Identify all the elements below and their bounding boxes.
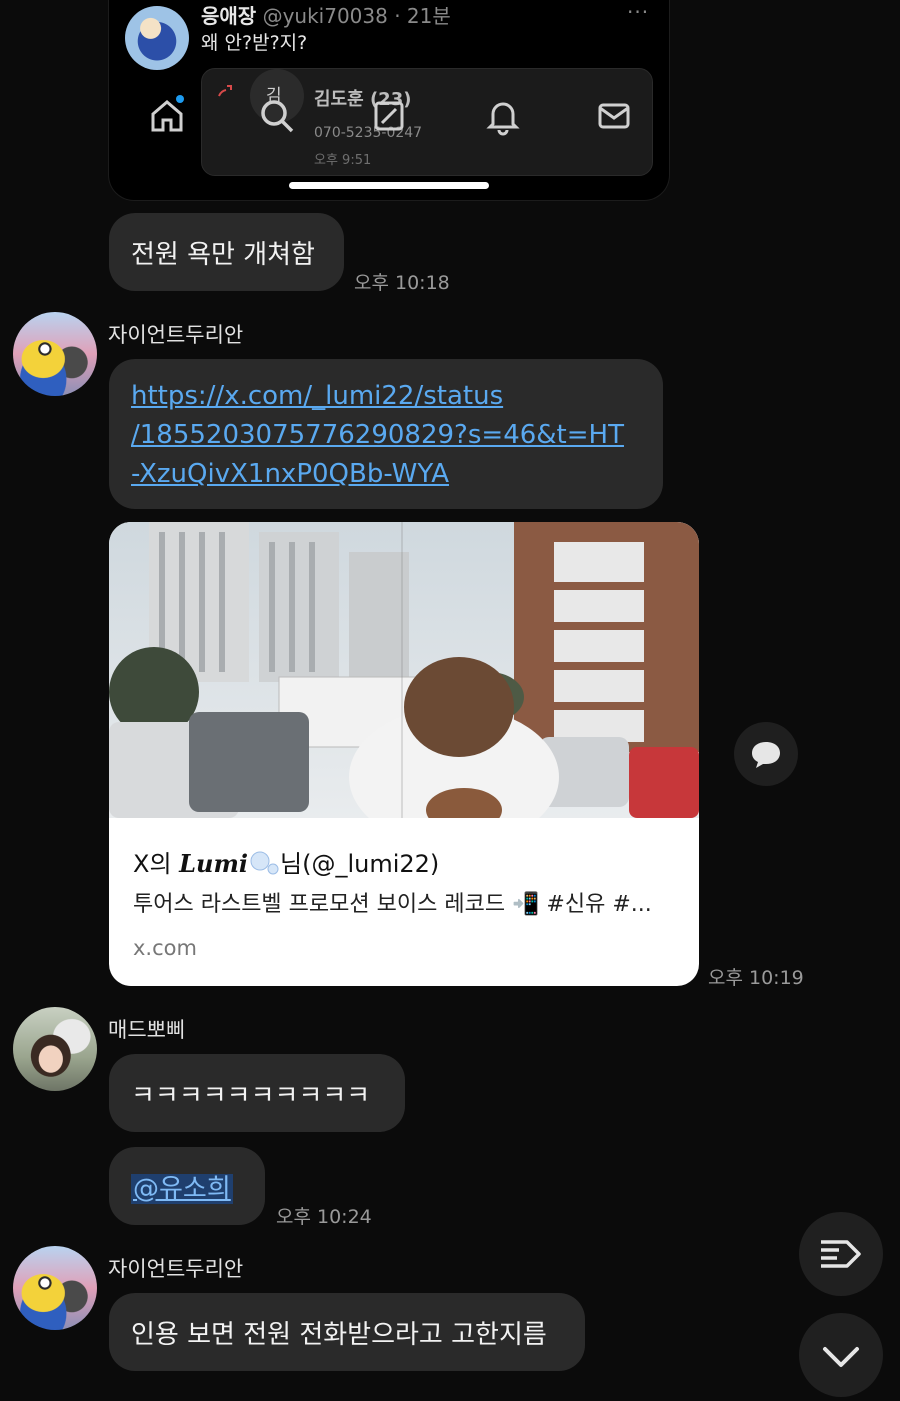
- bubbles-icon: [250, 851, 279, 875]
- mention-link[interactable]: @유소희: [131, 1174, 233, 1204]
- bell-icon: [486, 102, 520, 136]
- message-link[interactable]: https://x.com/_lumi22/status /1855203075…: [131, 377, 641, 494]
- link-line: -XzuQivX1nxP0QBb-WYA: [131, 459, 450, 489]
- message-bubble[interactable]: @유소희: [109, 1147, 265, 1225]
- notification-dot-icon: [176, 95, 184, 103]
- menu-button[interactable]: [799, 1212, 883, 1296]
- home-indicator: [289, 182, 489, 189]
- message-bubble[interactable]: 전원 욕만 개쳐함: [109, 213, 344, 291]
- message-time: 오후 10:18: [354, 272, 450, 294]
- message-text: 인용 보면 전원 전화받으라고 고한지름: [131, 1320, 547, 1350]
- preview-domain: x.com: [133, 936, 197, 960]
- scroll-down-button[interactable]: [799, 1313, 883, 1397]
- link-line: https://x.com/_lumi22/status: [131, 381, 504, 411]
- avatar[interactable]: [13, 1246, 97, 1330]
- preview-description: 투어스 라스트벨 프로모션 보이스 레코드 📲 #신유 #...: [133, 892, 652, 917]
- message-bubble[interactable]: https://x.com/_lumi22/status /1855203075…: [109, 359, 663, 509]
- mail-icon: [598, 103, 630, 129]
- sender-name: 매드뽀삐: [108, 1018, 186, 1042]
- share-button[interactable]: [734, 722, 798, 786]
- message-text: ㅋㅋㅋㅋㅋㅋㅋㅋㅋㅋ: [131, 1081, 371, 1111]
- tweet-author-handle: @yuki70038 · 21분: [262, 4, 451, 28]
- chevron-down-icon: [823, 1347, 859, 1367]
- preview-title-name: Lumi: [179, 849, 249, 878]
- preview-title-suffix: 님(@_lumi22): [280, 850, 440, 878]
- message-text: 전원 욕만 개쳐함: [131, 240, 315, 270]
- message-bubble[interactable]: 인용 보면 전원 전화받으라고 고한지름: [109, 1293, 585, 1371]
- preview-title: X의 Lumi 님(@_lumi22): [133, 844, 439, 879]
- call-time: 오후 9:51: [314, 153, 372, 168]
- avatar[interactable]: [13, 1007, 97, 1091]
- tweet-more-icon: ···: [627, 0, 650, 24]
- tweet-text: 왜 안?받?지?: [201, 32, 308, 54]
- link-line: /1855203075776290829?s=46&t=HT: [131, 420, 624, 450]
- sender-name: 자이언트두리안: [108, 1257, 244, 1281]
- avatar[interactable]: [13, 312, 97, 396]
- tweet-author: 응애장 @yuki70038 · 21분: [201, 0, 451, 29]
- tweet-author-avatar: [125, 6, 189, 70]
- search-icon: [261, 100, 294, 133]
- preview-image: [109, 522, 699, 818]
- message-bubble[interactable]: ㅋㅋㅋㅋㅋㅋㅋㅋㅋㅋ: [109, 1054, 405, 1132]
- missed-call-icon: [216, 83, 234, 105]
- tweet-screenshot[interactable]: 응애장 @yuki70038 · 21분 왜 안?받?지? ··· 김 김도훈 …: [108, 0, 670, 201]
- preview-title-prefix: X의: [133, 850, 172, 878]
- compose-icon: [374, 101, 404, 131]
- message-time: 오후 10:19: [708, 967, 804, 989]
- tweet-author-name: 응애장: [201, 4, 257, 28]
- chat-bubble-icon: [752, 742, 780, 768]
- sender-name: 자이언트두리안: [108, 323, 244, 347]
- link-preview-card[interactable]: X의 Lumi 님(@_lumi22) 투어스 라스트벨 프로모션 보이스 레코드…: [109, 522, 699, 986]
- message-time: 오후 10:24: [276, 1206, 372, 1228]
- list-tag-icon: [821, 1240, 861, 1268]
